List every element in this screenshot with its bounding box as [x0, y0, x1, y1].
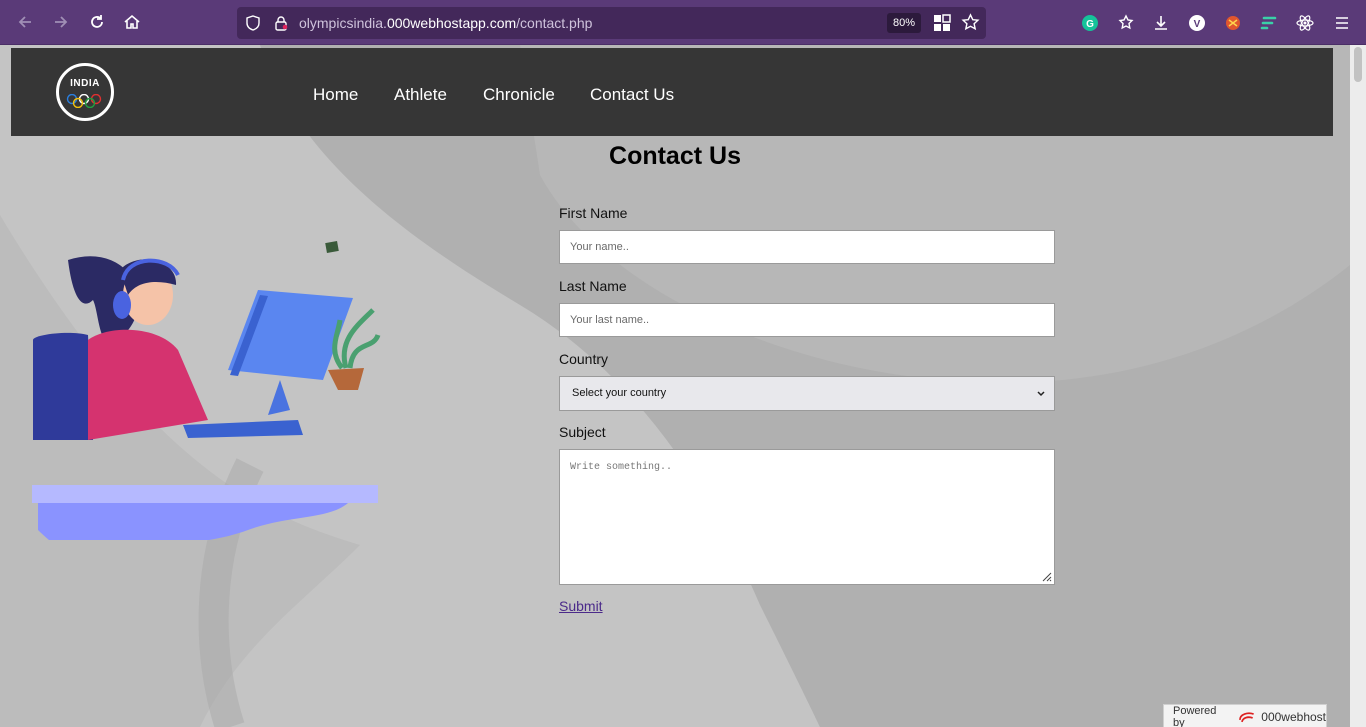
forward-icon[interactable] — [50, 11, 72, 33]
lock-icon[interactable] — [273, 15, 289, 36]
first-name-label: First Name — [559, 205, 628, 221]
webhost-logo-icon — [1238, 711, 1254, 722]
olympic-rings-icon — [66, 94, 102, 108]
country-select[interactable]: Select your country — [559, 376, 1055, 411]
url-prefix: olympicsindia. — [299, 15, 387, 31]
nav-chronicle[interactable]: Chronicle — [483, 85, 555, 105]
powered-by-badge[interactable]: Powered by 000webhost — [1163, 704, 1327, 727]
home-icon[interactable] — [121, 11, 143, 33]
first-name-input[interactable]: Your name.. — [559, 230, 1055, 264]
back-icon[interactable] — [14, 11, 36, 33]
page-title: Contact Us — [609, 142, 741, 170]
scroll-thumb[interactable] — [1354, 47, 1362, 82]
react-icon[interactable] — [1295, 13, 1315, 33]
resize-handle-icon[interactable] — [1040, 570, 1052, 582]
reload-icon[interactable] — [86, 11, 108, 33]
powered-by-text: Powered by — [1173, 704, 1217, 727]
download-icon[interactable] — [1151, 13, 1171, 33]
subject-label: Subject — [559, 424, 606, 440]
contact-form: First Name Your name.. Last Name Your la… — [559, 205, 1055, 616]
logo-text: INDIA — [70, 78, 100, 89]
menu-icon[interactable] — [1332, 13, 1352, 33]
zoom-level[interactable]: 80% — [887, 13, 921, 33]
country-selected-value: Select your country — [572, 387, 667, 399]
url-text: olympicsindia.000webhostapp.com/contact.… — [299, 15, 592, 31]
page-content: INDIA Home Athlete Chronicle Contact Us … — [0, 45, 1350, 727]
url-host: 000webhostapp.com — [386, 15, 517, 31]
site-navbar: INDIA Home Athlete Chronicle Contact Us — [11, 48, 1333, 136]
last-name-input[interactable]: Your last name.. — [559, 303, 1055, 337]
svg-text:V: V — [1194, 19, 1201, 30]
chevron-down-icon — [1036, 377, 1046, 413]
subject-textarea[interactable]: Write something.. — [559, 449, 1055, 585]
url-path: /contact.php — [516, 15, 593, 31]
nav-home[interactable]: Home — [313, 85, 358, 105]
olympics-india-logo[interactable]: INDIA — [56, 63, 114, 121]
browser-toolbar: olympicsindia.000webhostapp.com/contact.… — [0, 0, 1366, 45]
powered-by-brand: 000webhost — [1261, 709, 1326, 724]
nav-athlete[interactable]: Athlete — [394, 85, 447, 105]
qr-icon[interactable] — [933, 14, 951, 37]
extension-icon[interactable] — [1223, 13, 1243, 33]
submit-link[interactable]: Submit — [559, 598, 603, 614]
pocket-icon[interactable] — [1116, 13, 1136, 33]
flow-icon[interactable] — [1259, 13, 1279, 33]
svg-text:G: G — [1086, 19, 1094, 30]
shield-icon[interactable] — [245, 15, 261, 36]
country-label: Country — [559, 351, 609, 367]
support-agent-illustration — [32, 241, 381, 540]
page-scrollbar[interactable] — [1350, 45, 1366, 727]
last-name-label: Last Name — [559, 278, 627, 294]
address-bar[interactable]: olympicsindia.000webhostapp.com/contact.… — [237, 7, 986, 39]
grammarly-icon[interactable]: G — [1080, 13, 1100, 33]
star-icon[interactable] — [961, 13, 980, 37]
nav-contact-us[interactable]: Contact Us — [590, 85, 674, 105]
subject-placeholder: Write something.. — [570, 462, 673, 473]
vpn-icon[interactable]: V — [1187, 13, 1207, 33]
